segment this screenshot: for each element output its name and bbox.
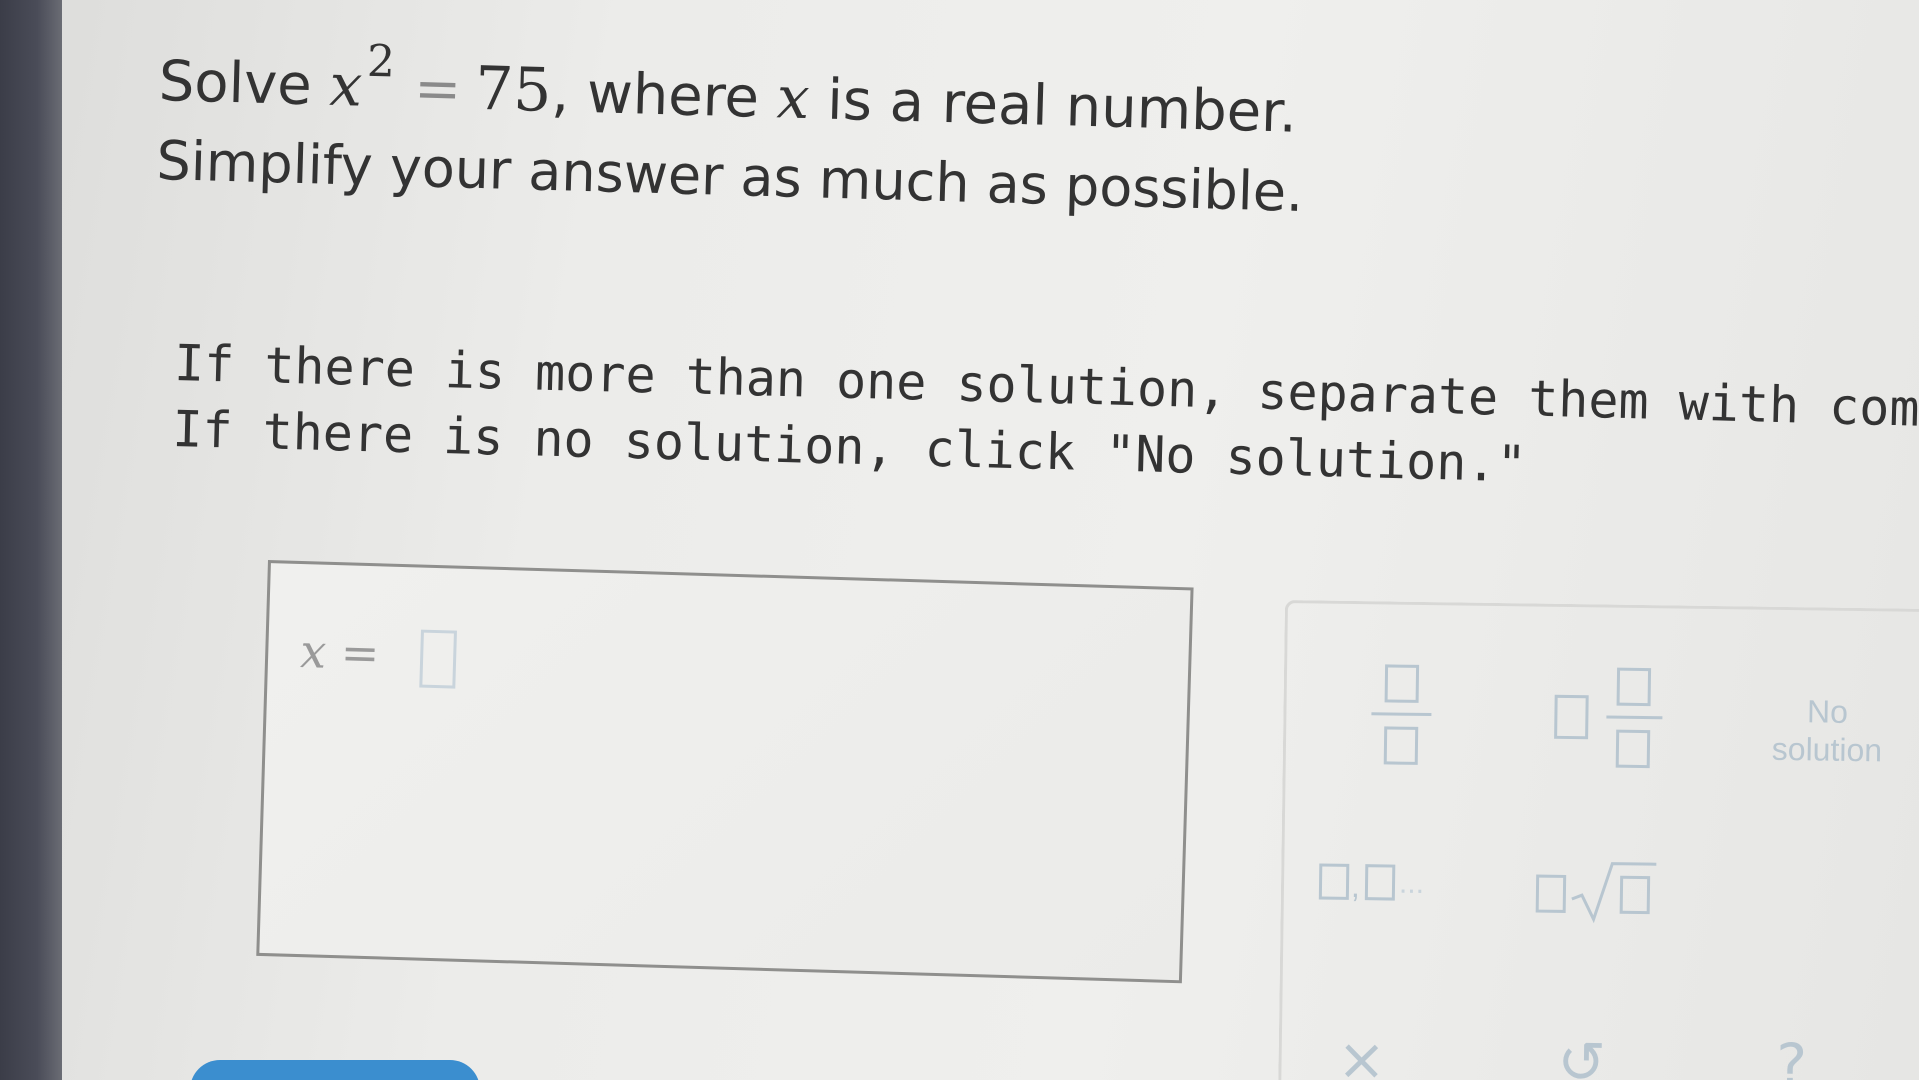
equation-equals: = [413,56,463,123]
radical-button[interactable] [1535,857,1676,929]
fraction-denominator-icon [1383,726,1419,765]
mixed-numerator-icon [1616,667,1652,707]
equation-exponent: 2 [366,35,396,88]
answer-area[interactable]: x = [256,560,1194,984]
instructions: If there is more than one solution, sepa… [172,330,1919,508]
mixed-whole-icon [1554,694,1589,740]
no-solution-button[interactable]: No solution [1752,690,1903,772]
fraction-numerator-icon [1384,664,1420,703]
list-button[interactable]: , ... [1318,854,1460,916]
equation-rhs: 75 [474,53,553,126]
equation-variable: x [328,50,364,120]
radicand-icon [1619,875,1651,915]
question-text: Solve x2 = 75, where x is a real number. S… [156,36,1660,238]
solve-word: Solve [157,48,313,119]
help-button[interactable]: ? [1756,1030,1827,1080]
answer-equals: = [340,625,381,681]
answer-input[interactable] [419,629,457,689]
mixed-bar-icon [1606,715,1663,720]
list-dots: ... [1398,866,1425,900]
list-comma: , [1350,867,1361,905]
no-solution-label-1: No [1806,693,1849,730]
submit-button[interactable] [190,1060,480,1080]
list-first-icon [1318,863,1350,900]
screen-bezel [0,0,62,1080]
where-text: , where [550,59,760,131]
fraction-button[interactable] [1366,664,1438,775]
mixed-number-button[interactable] [1554,667,1676,779]
math-keypad: No solution , ... × ↺ ? [1277,600,1919,1080]
no-solution-label-2: solution [1771,730,1883,769]
real-number-text: is a real number. [826,67,1298,146]
answer-label: x = [300,624,381,680]
mixed-denominator-icon [1615,729,1651,769]
where-variable: x [775,63,811,133]
screen: Solve x2 = 75, where x is a real number. S… [0,0,1919,1080]
undo-button[interactable]: ↺ [1546,1027,1617,1080]
clear-button[interactable]: × [1326,1024,1397,1080]
answer-variable: x [299,624,328,679]
radical-coefficient-icon [1535,874,1567,913]
fraction-bar-icon [1371,712,1432,717]
list-second-icon [1364,864,1396,901]
